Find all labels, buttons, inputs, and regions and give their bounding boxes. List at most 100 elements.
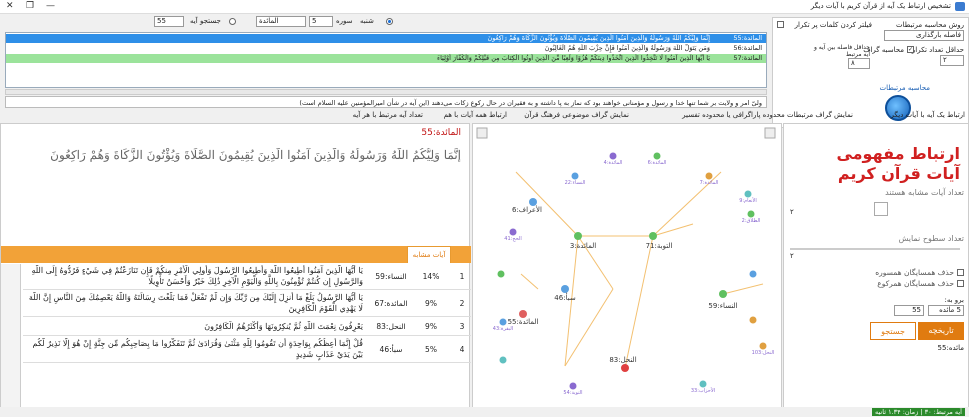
- remove-neighbors2-checkbox[interactable]: [957, 280, 964, 287]
- table-row[interactable]: 1 14% النساء:59 يَا أَيُّهَا الَّذِينَ آ…: [23, 264, 471, 290]
- svg-text:الحج:41: الحج:41: [504, 236, 521, 242]
- graph-node[interactable]: [749, 270, 757, 278]
- svg-text:الأحزاب:33: الأحزاب:33: [691, 387, 715, 394]
- surah-name-select[interactable]: المائدة: [256, 16, 306, 27]
- search-button[interactable]: جستجو: [870, 322, 916, 340]
- graph-node-label: المائدة:3: [570, 242, 596, 250]
- show-levels-slider[interactable]: [790, 248, 960, 250]
- radio-saturday[interactable]: [386, 18, 393, 25]
- goto-surah-select[interactable]: 5 مائده: [928, 305, 964, 316]
- svg-text:الأنعام:9: الأنعام:9: [739, 197, 757, 204]
- graph-zoom-out-button[interactable]: [476, 127, 488, 139]
- radio-saturday-label: شنبه: [360, 17, 374, 25]
- graph-node[interactable]: [499, 356, 507, 364]
- result-row[interactable]: المائدة:56 وَمَن يَتَوَلَّ اللَّهَ وَرَس…: [6, 44, 766, 53]
- similar-levels-slider[interactable]: [874, 202, 888, 216]
- graph-node[interactable]: [509, 228, 517, 236]
- compute-graph-checkbox[interactable]: ✓: [907, 46, 914, 53]
- filter-frequent-checkbox[interactable]: [777, 21, 784, 28]
- similar-levels-label: تعداد آیات مشابه هستند: [885, 188, 964, 197]
- radio-search[interactable]: [229, 18, 236, 25]
- svg-text:المائدة:4: المائدة:4: [604, 160, 623, 166]
- graph-node[interactable]: [649, 232, 657, 240]
- graph-node[interactable]: [569, 382, 577, 390]
- tab-all-verses[interactable]: ارتباط همه آیات با هم: [444, 111, 507, 119]
- remove-neighbors2-label: حذف همسایگان همرکوع: [877, 279, 954, 288]
- app-icon: [955, 2, 965, 11]
- goto-ayah-select[interactable]: 55: [894, 305, 924, 316]
- graph-node[interactable]: [497, 270, 505, 278]
- history-item[interactable]: مائده:55: [938, 344, 964, 352]
- graph-node-label: النساء:59: [708, 302, 737, 310]
- restore-icon[interactable]: ❐: [26, 1, 34, 11]
- graph-node[interactable]: [653, 152, 661, 160]
- svg-text:البقرة:43: البقرة:43: [493, 326, 513, 332]
- graph-node[interactable]: [574, 232, 582, 240]
- similar-verses-header: آیات مشابه: [1, 246, 471, 263]
- tab-paragraph-graph[interactable]: نمایش گراف مرتبطات محدوده پاراگرافی یا م…: [682, 111, 853, 119]
- remove-neighbors-checkbox[interactable]: [957, 269, 964, 276]
- history-button[interactable]: تاریخچه: [918, 322, 964, 340]
- filter-frequent-label: فیلتر کردن کلمات پر تکرار: [794, 21, 872, 29]
- minimize-icon[interactable]: —: [46, 1, 55, 11]
- title-bar: ✕ ❐ — تشخیص ارتباط یک آیه از قرآن کریم ب…: [0, 0, 969, 14]
- ayah-number-input[interactable]: 55: [154, 16, 184, 27]
- verse-ref: المائدة:55: [421, 128, 461, 138]
- window-title: تشخیص ارتباط یک آیه از قرآن کریم با آیات…: [810, 2, 951, 10]
- results-list[interactable]: المائدة:55 إِنَّمَا وَلِيُّكُمُ اللَّهُ …: [5, 32, 767, 88]
- graph-node[interactable]: [571, 172, 579, 180]
- graph-node[interactable]: [529, 198, 537, 206]
- graph-node[interactable]: [759, 342, 767, 350]
- svg-text:النساء:22: النساء:22: [565, 180, 586, 186]
- min-repeat-input[interactable]: ۲: [940, 55, 964, 66]
- result-row[interactable]: المائدة:55 إِنَّمَا وَلِيُّكُمُ اللَّهُ …: [6, 34, 766, 43]
- tab-topic-graph[interactable]: نمایش گراف موضوعی فرهنگ قرآن: [524, 111, 629, 119]
- graph-node[interactable]: [609, 152, 617, 160]
- results-scrollbar[interactable]: [5, 89, 767, 95]
- tab-similar-verses[interactable]: آیات مشابه: [407, 246, 451, 263]
- graph-node[interactable]: [621, 364, 629, 372]
- graph-node-label: المائدة:55: [508, 318, 539, 326]
- app-brand-title: ارتباط مفهومی آیات قرآن کریم: [836, 144, 960, 183]
- svg-text:التوبة:54: التوبة:54: [563, 390, 582, 396]
- verse-text: إِنَّمَا وَلِيُّكُمُ اللَّهُ وَرَسُولُهُ…: [50, 148, 461, 162]
- table-row[interactable]: 2 9% المائدة:67 يَا أَيُّهَا الرَّسُولُ …: [23, 291, 471, 317]
- graph-node[interactable]: [499, 318, 507, 326]
- graph-node[interactable]: [747, 210, 755, 218]
- graph-node-label: التوبة:71: [646, 242, 673, 250]
- graph-node[interactable]: [699, 380, 707, 388]
- graph-node[interactable]: [744, 190, 752, 198]
- similarity-method-select[interactable]: فاصله بارگذاری: [884, 30, 964, 41]
- graph-node[interactable]: [519, 310, 527, 318]
- ayah-label: آیه: [190, 17, 198, 25]
- graph-node[interactable]: [749, 316, 757, 324]
- table-row[interactable]: 3 9% النحل:83 يَعْرِفُونَ نِعْمَتَ اللَّ…: [23, 318, 471, 336]
- svg-text:النحل:103: النحل:103: [752, 350, 775, 356]
- result-row[interactable]: المائدة:57 يَا أَيُّهَا الَّذِينَ آمَنُو…: [6, 54, 766, 63]
- surah-number-input[interactable]: 5: [309, 16, 333, 27]
- radio-search-label: جستجو: [200, 17, 221, 25]
- status-bar: آیه مرتبط: ۳۰ | زمان: ۱.۳۴ ثانیه: [0, 407, 969, 417]
- close-icon[interactable]: ✕: [6, 1, 14, 11]
- similar-scrollbar[interactable]: [1, 264, 21, 414]
- tab-count-related[interactable]: تعداد آیه مرتبط با هر آیه: [353, 111, 423, 119]
- status-text: آیه مرتبط: ۳۰ | زمان: ۱.۳۴ ثانیه: [871, 408, 965, 416]
- graph-node-label: سبأ:46: [554, 292, 576, 302]
- graph-canvas[interactable]: المائدة:4 المائدة:6 النساء:22 المائدة:7 …: [473, 124, 783, 414]
- relation-graph[interactable]: المائدة:4 المائدة:6 النساء:22 المائدة:7 …: [472, 123, 782, 413]
- graph-node[interactable]: [719, 290, 727, 298]
- main-tabs: ارتباط یک آیه با آیات دیگر نمایش گراف مر…: [0, 110, 969, 122]
- graph-node[interactable]: [561, 285, 569, 293]
- graph-zoom-in-button[interactable]: [764, 127, 776, 139]
- compute-graph-label: محاسبه گراف: [863, 46, 904, 54]
- distance-input[interactable]: ۸: [848, 58, 870, 69]
- control-panel: ارتباط مفهومی آیات قرآن کریم تعداد آیات …: [783, 123, 969, 413]
- show-levels-label: تعداد سطوح نمایش: [898, 234, 964, 243]
- tab-one-verse[interactable]: ارتباط یک آیه با آیات دیگر: [891, 111, 965, 119]
- graph-node-label: النحل:83: [609, 356, 636, 364]
- verse-translation: ولیّ امر و ولایت بر شما تنها خدا و رسول …: [5, 96, 767, 108]
- svg-text:الطلاق:2: الطلاق:2: [742, 218, 761, 224]
- table-row[interactable]: 4 5% سبأ:46 قُلْ إِنَّمَا أَعِظُكُم بِوَ…: [23, 337, 471, 363]
- graph-node[interactable]: [705, 172, 713, 180]
- min-repeat-label: حداقل تعداد تکرار: [911, 46, 964, 54]
